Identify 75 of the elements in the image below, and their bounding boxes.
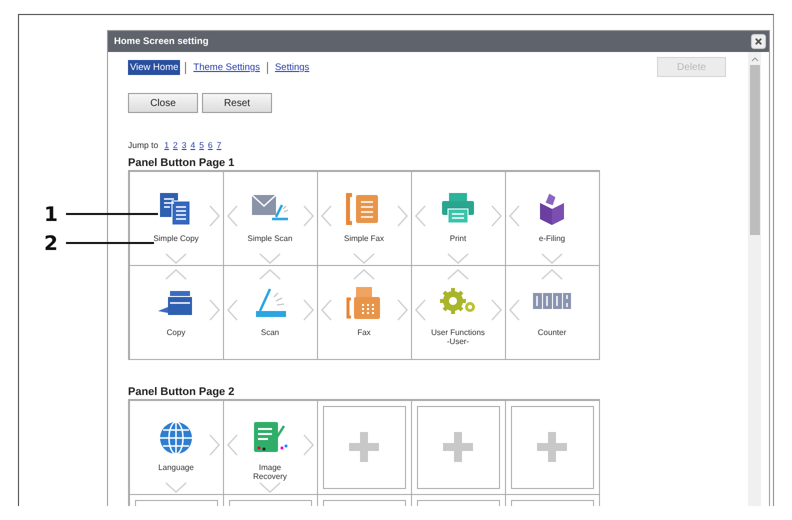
panel-button[interactable]: Language: [128, 400, 224, 494]
tab[interactable]: Settings: [272, 60, 312, 75]
button-label: Scan: [260, 328, 280, 337]
callout-number: 2: [44, 231, 59, 255]
panel-button[interactable]: Simple Fax: [316, 170, 412, 266]
chevron-right-icon: [490, 204, 502, 226]
button-label: Language: [158, 462, 194, 472]
button-label: Simple Scan: [248, 234, 292, 243]
chevron-right-icon: [302, 434, 314, 456]
scrollbar-thumb[interactable]: [750, 65, 760, 235]
chevron-down-icon: [446, 252, 468, 264]
window-title: Home Screen setting: [114, 36, 208, 47]
chevron-left-icon: [320, 298, 332, 320]
chevron-right-icon: [208, 204, 220, 226]
chevron-left-icon: [508, 298, 520, 320]
button-label: Print: [450, 234, 466, 243]
chevron-left-icon: [414, 204, 426, 226]
panel-button[interactable]: Print: [410, 170, 506, 266]
chevron-down-icon: [540, 252, 562, 264]
chevron-left-icon: [226, 434, 238, 456]
button-label: Fax: [357, 328, 371, 337]
plus-icon: [537, 432, 567, 462]
jump-label: Jump to: [128, 140, 158, 150]
chevron-up-icon: [164, 268, 186, 280]
chevron-down-icon: [258, 482, 280, 492]
chevron-right-icon: [396, 204, 408, 226]
button-label: User Functions -User-: [431, 328, 485, 346]
panel-button[interactable]: Simple Scan: [222, 170, 318, 266]
chevron-right-icon: [208, 434, 220, 456]
tab[interactable]: View Home: [128, 60, 180, 75]
callout-number: 1: [44, 202, 59, 226]
tab[interactable]: Theme Settings: [191, 60, 262, 75]
chevron-right-icon: [302, 204, 314, 226]
button-label: Simple Copy: [153, 234, 199, 243]
chevron-up-icon: [540, 268, 562, 280]
chevron-right-icon: [302, 298, 314, 320]
chevron-right-icon: [490, 298, 502, 320]
page-link[interactable]: 2: [172, 140, 178, 150]
chevron-down-icon: [352, 252, 374, 264]
panel-button[interactable]: Image Recovery: [222, 400, 318, 494]
close-icon[interactable]: [751, 34, 766, 49]
chevron-left-icon: [226, 204, 238, 226]
button-label: e-Filing: [538, 234, 566, 243]
page-heading: Panel Button Page 1: [128, 157, 236, 170]
chevron-down-icon: [164, 252, 186, 264]
chevron-down-icon: [164, 482, 186, 492]
chevron-up-icon: [258, 268, 280, 280]
action-button[interactable]: Reset: [202, 93, 272, 113]
page-link[interactable]: 5: [199, 140, 204, 150]
action-button[interactable]: Close: [128, 93, 198, 113]
scroll-up-icon[interactable]: [750, 56, 758, 62]
chevron-right-icon: [208, 298, 220, 320]
button-label: Copy: [166, 328, 186, 337]
panel-button[interactable]: Simple Copy: [128, 170, 224, 266]
chevron-right-icon: [396, 298, 408, 320]
scrollbar[interactable]: [748, 52, 761, 506]
page-link[interactable]: 7: [216, 140, 222, 150]
plus-icon: [349, 432, 379, 462]
chevron-up-icon: [446, 268, 468, 280]
button-label: Counter: [538, 328, 566, 337]
page-heading: Panel Button Page 2: [128, 386, 236, 399]
plus-icon: [443, 432, 473, 462]
chevron-left-icon: [414, 298, 426, 320]
panel-button[interactable]: e-Filing: [504, 170, 600, 266]
chevron-down-icon: [258, 252, 280, 264]
page-link[interactable]: 1: [164, 140, 169, 150]
page-link[interactable]: 4: [190, 140, 196, 150]
chevron-left-icon: [320, 204, 332, 226]
button-label: Simple Fax: [344, 234, 384, 243]
chevron-left-icon: [508, 204, 520, 226]
page-link[interactable]: 3: [182, 140, 186, 150]
button-label: Image Recovery: [253, 462, 287, 481]
chevron-up-icon: [352, 268, 374, 280]
chevron-left-icon: [226, 298, 238, 320]
page-link[interactable]: 6: [208, 140, 213, 150]
